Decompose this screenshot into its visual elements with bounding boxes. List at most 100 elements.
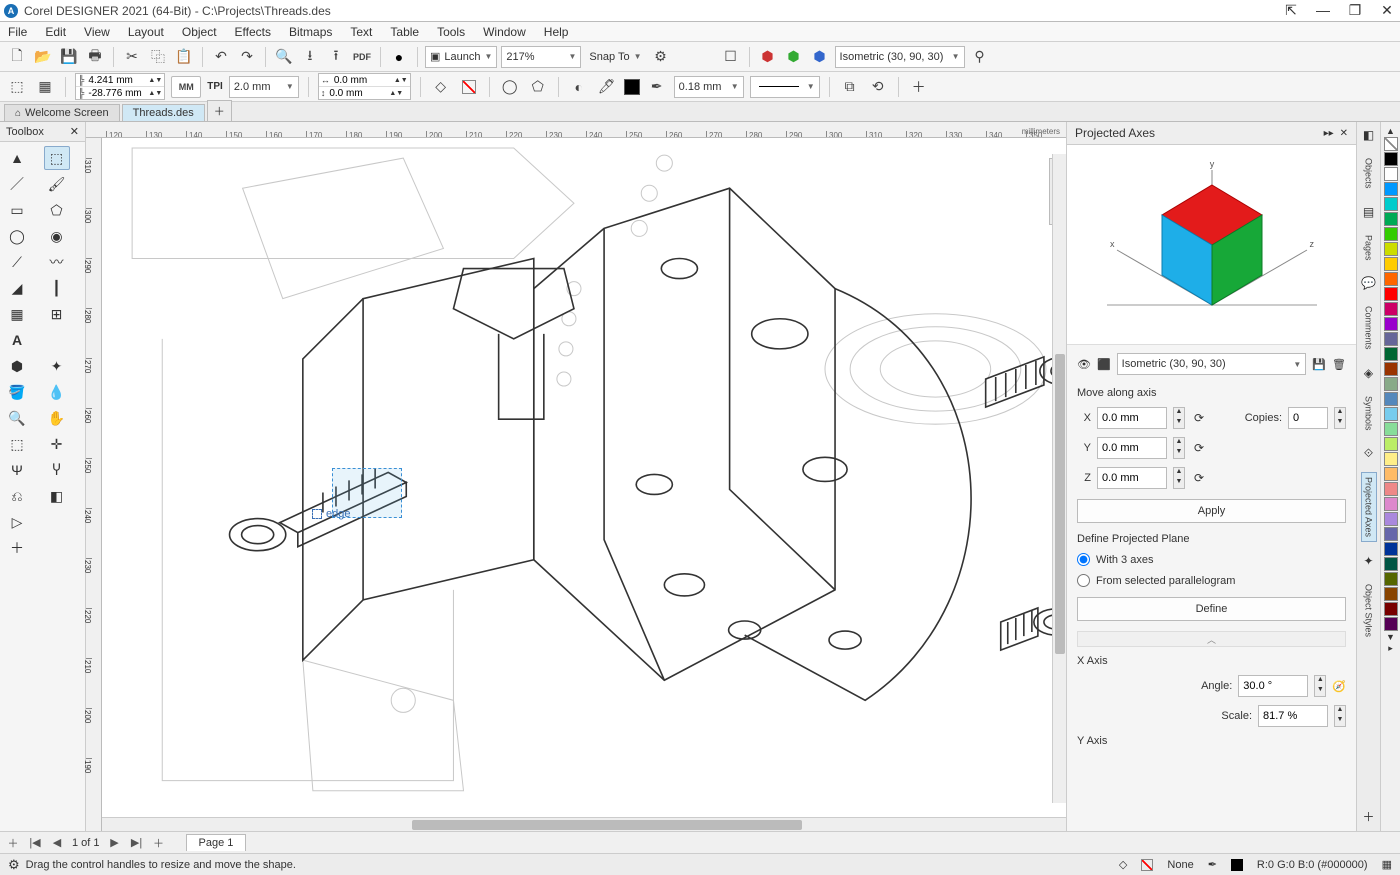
menu-layout[interactable]: Layout xyxy=(128,25,164,39)
page-prev-icon[interactable]: ◀ xyxy=(50,836,64,849)
scale-spinner[interactable]: ▲▼ xyxy=(1334,705,1346,727)
shape-tool-icon[interactable]: ⬚ xyxy=(44,146,70,170)
y-move-input[interactable] xyxy=(1097,437,1167,459)
status-outline-icon[interactable]: ✒ xyxy=(1208,858,1217,871)
color-swatch[interactable] xyxy=(1384,557,1398,571)
dimension-icon[interactable]: ┃ xyxy=(44,276,70,300)
toolbox-add-icon[interactable]: ＋ xyxy=(4,536,30,560)
palette-down-icon[interactable]: ▼ xyxy=(1386,632,1395,642)
export-icon[interactable]: ⭱ xyxy=(325,46,347,68)
anchor-icon[interactable]: ✛ xyxy=(44,432,70,456)
menu-text[interactable]: Text xyxy=(350,25,372,39)
size-fields[interactable]: ↔▲▼ ↕▲▼ xyxy=(318,73,411,100)
menu-object[interactable]: Object xyxy=(182,25,217,39)
fill-swatch[interactable] xyxy=(624,79,640,95)
y-reset-icon[interactable]: ⟳ xyxy=(1191,440,1207,456)
collapse-up-icon[interactable]: ︿ xyxy=(1077,631,1346,647)
curve-icon[interactable]: 〰 xyxy=(44,250,70,274)
menu-effects[interactable]: Effects xyxy=(235,25,271,39)
x-position[interactable] xyxy=(86,74,146,86)
color-swatch[interactable] xyxy=(1384,167,1398,181)
color-swatch[interactable] xyxy=(1384,482,1398,496)
import-icon[interactable]: ⭳ xyxy=(299,46,321,68)
height-field[interactable] xyxy=(327,87,387,99)
launch-dropdown[interactable]: ▣ Launch ▼ xyxy=(425,46,497,68)
menu-view[interactable]: View xyxy=(84,25,110,39)
page-next-icon[interactable]: ▶ xyxy=(108,836,122,849)
color-swatch[interactable] xyxy=(1384,212,1398,226)
artistic-media-icon[interactable]: 🖌 xyxy=(44,172,70,196)
color-swatch[interactable] xyxy=(1384,437,1398,451)
ellipse-target-icon[interactable]: ◯ xyxy=(499,76,521,98)
x-reset-icon[interactable]: ⟳ xyxy=(1191,410,1207,426)
scrollbar-vertical[interactable] xyxy=(1052,154,1066,803)
color-swatch[interactable] xyxy=(1384,467,1398,481)
tab-symbols[interactable]: Symbols xyxy=(1362,392,1376,435)
obj-dims-icon[interactable]: ▦ xyxy=(34,76,56,98)
close-button[interactable]: ✕ xyxy=(1378,2,1396,19)
add-icon[interactable]: ＋ xyxy=(908,76,930,98)
print-icon[interactable]: 🖶 xyxy=(84,46,106,68)
menu-bitmaps[interactable]: Bitmaps xyxy=(289,25,332,39)
color-swatch[interactable] xyxy=(1384,527,1398,541)
menu-table[interactable]: Table xyxy=(390,25,419,39)
projected-icon[interactable]: ⎌ xyxy=(4,484,30,508)
undo-icon[interactable]: ↶ xyxy=(210,46,232,68)
color-swatch[interactable] xyxy=(1384,332,1398,346)
status-outline-swatch[interactable] xyxy=(1231,859,1243,871)
color-swatch[interactable] xyxy=(1384,602,1398,616)
color-swatch[interactable] xyxy=(1384,512,1398,526)
y-spinner[interactable]: ▲▼ xyxy=(1173,437,1185,459)
snap-dropdown[interactable]: Snap To ▼ xyxy=(585,46,645,68)
scrollbar-horizontal[interactable] xyxy=(102,817,1066,831)
pan-tool-icon[interactable]: ✋ xyxy=(44,406,70,430)
eye-icon[interactable]: 👁 xyxy=(1077,358,1091,371)
pages-tab-icon[interactable]: ▤ xyxy=(1360,203,1378,221)
copies-spinner[interactable]: ▲▼ xyxy=(1334,407,1346,429)
color-swatch[interactable] xyxy=(1384,392,1398,406)
page-tab[interactable]: Page 1 xyxy=(186,834,247,851)
menu-help[interactable]: Help xyxy=(544,25,569,39)
drawing-canvas[interactable]: edge Object Data xyxy=(102,138,1066,817)
preset-dropdown[interactable]: Isometric (30, 90, 30)▼ xyxy=(1117,353,1307,375)
color-swatch[interactable] xyxy=(1384,287,1398,301)
connector-icon[interactable]: ⬚ xyxy=(4,432,30,456)
cut-icon[interactable]: ✂ xyxy=(121,46,143,68)
color-swatch[interactable] xyxy=(1384,587,1398,601)
x-move-input[interactable] xyxy=(1097,407,1167,429)
scale-input[interactable] xyxy=(1258,705,1328,727)
line-icon[interactable]: ⟋ xyxy=(4,250,30,274)
color-swatch[interactable] xyxy=(1384,497,1398,511)
y-position[interactable] xyxy=(86,87,146,99)
callout-icon[interactable]: ◐ xyxy=(568,76,590,98)
palette-toggle-icon[interactable]: ▦ xyxy=(1382,858,1392,871)
thread-tool-icon[interactable]: Ψ xyxy=(4,458,30,482)
color-swatch[interactable] xyxy=(1384,257,1398,271)
projected-tab-icon[interactable]: ⟐ xyxy=(1360,444,1378,462)
symbols-tab-icon[interactable]: ◈ xyxy=(1360,364,1378,382)
no-color-swatch[interactable] xyxy=(1384,137,1398,151)
rectangle-icon[interactable]: ▭ xyxy=(4,198,30,222)
pick-tool-icon[interactable]: ▲ xyxy=(4,146,30,170)
tab-add[interactable]: ＋ xyxy=(207,100,232,121)
angle-pick-icon[interactable]: 🧭 xyxy=(1332,680,1346,693)
color-swatch[interactable] xyxy=(1384,572,1398,586)
ellipse-icon[interactable]: ◯ xyxy=(4,224,30,248)
position-fields[interactable]: ╠▲▼ ╠▲▼ xyxy=(75,73,165,100)
comments-tab-icon[interactable]: 💬 xyxy=(1360,274,1378,292)
spiral-icon[interactable]: ◉ xyxy=(44,224,70,248)
color-swatch[interactable] xyxy=(1384,272,1398,286)
apply-button[interactable]: Apply xyxy=(1077,499,1346,523)
table-icon[interactable]: ▦ xyxy=(4,302,30,326)
eyedropper-icon[interactable]: 💧 xyxy=(44,380,70,404)
styles-tab-icon[interactable]: ✦ xyxy=(1360,552,1378,570)
gear-icon[interactable]: ⚙ xyxy=(650,46,672,68)
ruler-vertical[interactable]: 310 300 290 280 270 260 250 240 230 220 … xyxy=(86,138,102,831)
tab-comments[interactable]: Comments xyxy=(1362,302,1376,354)
text-tool-icon[interactable]: A xyxy=(4,328,30,352)
save-preset-icon[interactable]: 💾 xyxy=(1312,358,1326,371)
zoom-dropdown[interactable]: 217% ▼ xyxy=(501,46,581,68)
define-button[interactable]: Define xyxy=(1077,597,1346,621)
tab-projected-axes[interactable]: Projected Axes xyxy=(1361,472,1377,542)
panel-close-icon[interactable]: ✕ xyxy=(1340,128,1348,139)
